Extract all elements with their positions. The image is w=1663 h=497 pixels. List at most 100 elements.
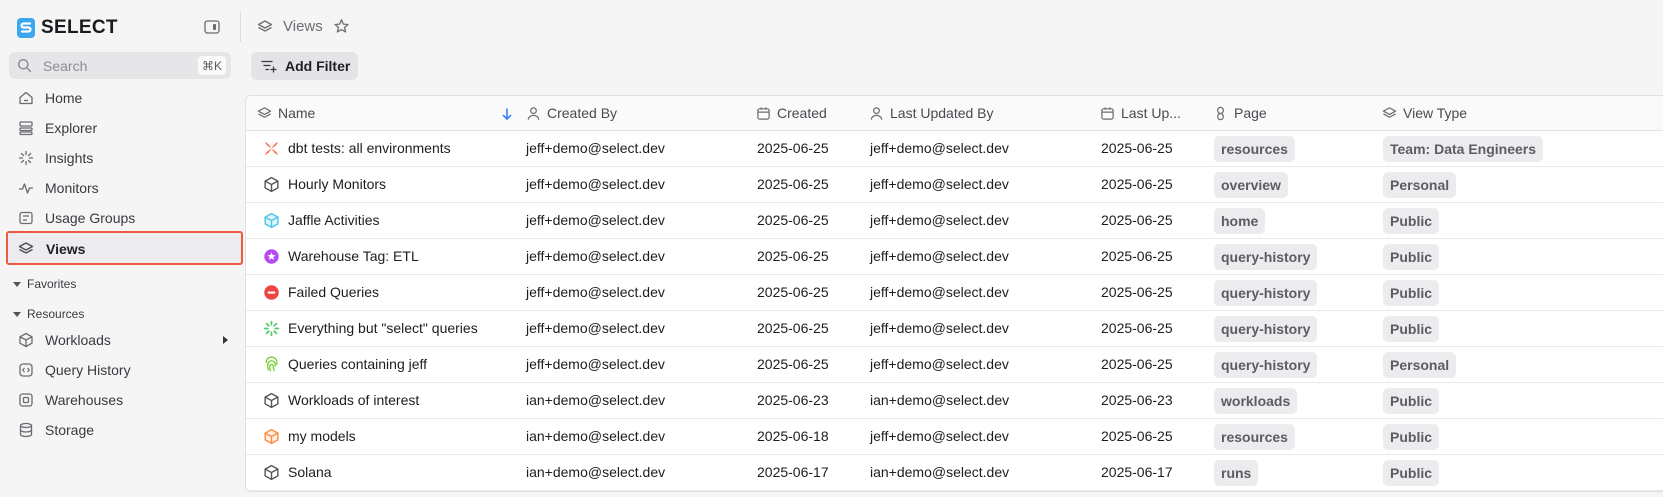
sidebar-item-label: Explorer <box>45 120 98 136</box>
sidebar-item-label: Query History <box>45 362 131 378</box>
column-header-last-updated-by[interactable]: Last Updated By <box>869 105 994 121</box>
sidebar-item-views[interactable]: Views <box>6 231 243 265</box>
page-tag: query-history <box>1214 280 1318 306</box>
table-row[interactable]: my models ian+demo@select.dev 2025-06-18… <box>246 419 1663 455</box>
last-updated-by: jeff+demo@select.dev <box>870 176 1009 192</box>
column-header-created-by[interactable]: Created By <box>526 105 617 121</box>
sidebar-item-label: Insights <box>45 150 94 166</box>
column-label: View Type <box>1403 105 1468 121</box>
view-name[interactable]: Failed Queries <box>288 284 379 300</box>
table-row[interactable]: Solana ian+demo@select.dev 2025-06-17 ia… <box>246 455 1663 491</box>
layers-icon <box>1382 106 1397 118</box>
page-title: Views <box>283 18 323 35</box>
created-date: 2025-06-25 <box>757 212 829 228</box>
last-updated-date: 2025-06-25 <box>1101 356 1173 372</box>
page-tag: overview <box>1214 172 1288 198</box>
view-type-tag: Personal <box>1383 352 1457 378</box>
column-label: Name <box>278 105 316 121</box>
sidebar-item-insights[interactable]: Insights <box>9 143 243 173</box>
table-row[interactable]: Warehouse Tag: ETL jeff+demo@select.dev … <box>246 239 1663 275</box>
sidebar-item-explorer[interactable]: Explorer <box>9 113 243 143</box>
sidebar-item-label: Workloads <box>45 332 111 348</box>
sidebar-item-storage[interactable]: Storage <box>9 415 243 445</box>
created-by: jeff+demo@select.dev <box>526 140 665 156</box>
caret-down-icon <box>13 311 21 317</box>
table-row[interactable]: Queries containing jeff jeff+demo@select… <box>246 347 1663 383</box>
last-updated-by: ian+demo@select.dev <box>870 464 1010 480</box>
page-tag: resources <box>1214 424 1295 450</box>
resources-section-toggle[interactable]: Resources <box>13 307 84 321</box>
created-by: ian+demo@select.dev <box>526 392 666 408</box>
created-date: 2025-06-25 <box>757 320 829 336</box>
warehouse-icon <box>19 393 33 407</box>
star-badge-icon <box>264 249 279 264</box>
view-name[interactable]: Queries containing jeff <box>288 356 427 372</box>
sidebar-item-home[interactable]: Home <box>9 83 243 113</box>
table-header: Name Created By Created Last Updated By … <box>246 96 1663 131</box>
layers-icon <box>18 242 34 254</box>
add-filter-label: Add Filter <box>285 58 351 74</box>
view-name[interactable]: Jaffle Activities <box>288 212 380 228</box>
sort-descending-icon[interactable] <box>501 107 513 121</box>
table-row[interactable]: Workloads of interest ian+demo@select.de… <box>246 383 1663 419</box>
last-updated-date: 2025-06-25 <box>1101 140 1173 156</box>
add-filter-button[interactable]: Add Filter <box>251 52 359 80</box>
brand[interactable]: SELECT <box>17 16 118 40</box>
favorites-label: Favorites <box>27 277 77 291</box>
last-updated-date: 2025-06-25 <box>1101 212 1173 228</box>
chevron-right-icon[interactable] <box>223 336 228 344</box>
column-label: Last Updated By <box>890 105 994 121</box>
app-window: SELECT ⌘K Home Explorer Insights <box>0 0 1663 497</box>
column-header-name[interactable]: Name <box>257 105 315 121</box>
column-header-view-type[interactable]: View Type <box>1382 105 1467 121</box>
view-type-tag: Public <box>1383 388 1440 414</box>
breadcrumb: Views <box>257 18 350 35</box>
select-logo-icon <box>17 18 35 38</box>
table-row[interactable]: Jaffle Activities jeff+demo@select.dev 2… <box>246 203 1663 239</box>
sidebar-item-label: Home <box>45 90 83 106</box>
view-name[interactable]: Warehouse Tag: ETL <box>288 248 419 264</box>
star-icon[interactable] <box>333 18 350 35</box>
sidebar-item-workloads[interactable]: Workloads <box>9 325 243 355</box>
sidebar-item-warehouses[interactable]: Warehouses <box>9 385 243 415</box>
view-type-tag: Public <box>1383 208 1440 234</box>
table-row[interactable]: Everything but "select" queries jeff+dem… <box>246 311 1663 347</box>
favorites-section-toggle[interactable]: Favorites <box>13 277 76 291</box>
created-by: ian+demo@select.dev <box>526 428 666 444</box>
view-name[interactable]: dbt tests: all environments <box>288 140 451 156</box>
column-header-last-updated[interactable]: Last Up... <box>1100 105 1181 121</box>
column-header-created[interactable]: Created <box>756 105 827 121</box>
table-row[interactable]: Hourly Monitors jeff+demo@select.dev 202… <box>246 167 1663 203</box>
created-date: 2025-06-18 <box>757 428 829 444</box>
view-type-tag: Public <box>1383 280 1440 306</box>
last-updated-by: jeff+demo@select.dev <box>870 248 1009 264</box>
sidebar-item-label: Monitors <box>45 180 99 196</box>
last-updated-by: jeff+demo@select.dev <box>870 212 1009 228</box>
view-name[interactable]: Everything but "select" queries <box>288 320 478 336</box>
view-type-tag: Team: Data Engineers <box>1383 136 1544 162</box>
caret-down-icon <box>13 281 21 287</box>
view-type-tag: Public <box>1383 244 1440 270</box>
view-type-tag: Personal <box>1383 172 1457 198</box>
search-icon <box>18 59 32 73</box>
search-box[interactable]: ⌘K <box>9 52 231 79</box>
table-row[interactable]: dbt tests: all environments jeff+demo@se… <box>246 131 1663 167</box>
search-input[interactable] <box>43 52 193 79</box>
sidebar-toggle-icon[interactable] <box>204 20 220 34</box>
view-name[interactable]: my models <box>288 428 356 444</box>
sidebar-item-monitors[interactable]: Monitors <box>9 173 243 203</box>
page-tag: query-history <box>1214 352 1318 378</box>
sidebar-item-query-history[interactable]: Query History <box>9 355 243 385</box>
column-label: Last Up... <box>1121 105 1181 121</box>
view-name[interactable]: Hourly Monitors <box>288 176 386 192</box>
table-row[interactable]: Failed Queries jeff+demo@select.dev 2025… <box>246 275 1663 311</box>
last-updated-date: 2025-06-17 <box>1101 464 1173 480</box>
view-name[interactable]: Workloads of interest <box>288 392 419 408</box>
view-name[interactable]: Solana <box>288 464 332 480</box>
column-header-page[interactable]: Page <box>1213 105 1267 121</box>
search-shortcut-badge: ⌘K <box>197 56 226 75</box>
last-updated-by: ian+demo@select.dev <box>870 392 1010 408</box>
monitor-pulse-icon <box>18 183 34 194</box>
created-date: 2025-06-25 <box>757 284 829 300</box>
sidebar-item-usage-groups[interactable]: Usage Groups <box>9 203 243 233</box>
